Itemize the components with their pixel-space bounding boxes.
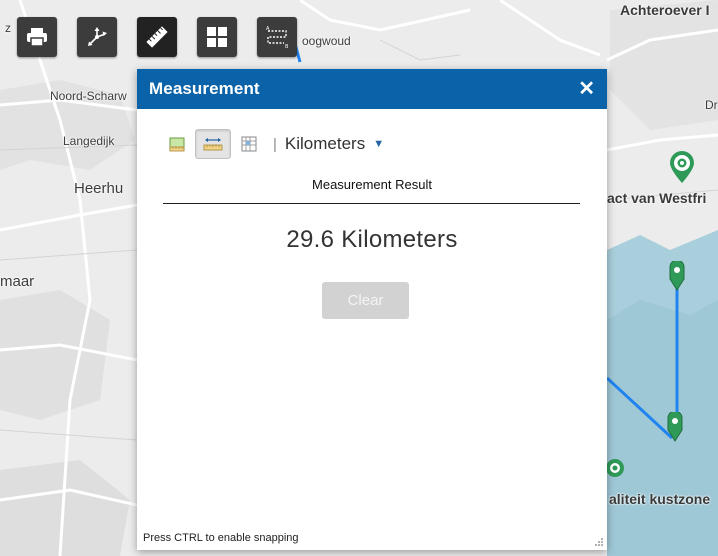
locate-button[interactable] [77,17,117,57]
map-label-alkmaar: maar [0,273,35,290]
measurement-panel: Measurement ✕ | Kilometers ▼ Measurement… [137,69,607,550]
area-icon [169,137,185,152]
map-label-poi-kustzone: aliteit kustzone [609,491,711,507]
clear-button[interactable]: Clear [322,282,409,319]
svg-text:B: B [285,44,289,49]
toolbar-separator: | [273,135,277,153]
area-mode-button[interactable] [159,129,195,159]
route-ab-icon: A B [266,26,289,49]
map-label-opmeer: oogwoud [302,34,351,48]
map-label-fragment-right: Dr [705,98,718,112]
svg-text:A: A [266,26,270,32]
measure-mode-toolbar: | Kilometers ▼ [159,129,384,159]
map-pin-eye-icon[interactable] [668,150,696,184]
basemap-button[interactable] [197,17,237,57]
distance-mode-button[interactable] [195,129,231,159]
map-label-langedijk: Langedijk [63,134,115,148]
unit-dropdown[interactable]: Kilometers ▼ [285,134,384,154]
result-value: 29.6 Kilometers [286,226,458,253]
coordinate-grid-icon [241,136,257,152]
ruler-icon [146,26,168,48]
panel-header: Measurement ✕ [137,69,607,109]
route-marker-start-icon[interactable] [667,261,687,291]
print-button[interactable] [17,17,57,57]
caret-down-icon: ▼ [373,138,385,150]
panel-title: Measurement [149,79,260,98]
map-label-achteroever: Achteroever I [620,2,710,18]
resize-grip-icon[interactable] [594,537,604,547]
result-divider [163,203,580,204]
grid-icon [207,27,227,47]
snapping-hint: Press CTRL to enable snapping [143,532,299,544]
close-button[interactable]: ✕ [578,79,595,99]
printer-icon [27,28,47,47]
directions-button[interactable]: A B [257,17,297,57]
unit-selected-value: Kilometers [284,134,366,153]
location-mode-button[interactable] [231,129,267,159]
map-pin-partial-icon[interactable] [605,456,625,484]
map-label-noord-scharwoude: Noord-Scharw [50,89,127,103]
route-marker-end-icon[interactable] [664,412,686,442]
map-label-poi-westfriesland: act van Westfri [607,190,707,206]
map-label-heerhugowaard: Heerhu [74,180,124,197]
distance-icon [203,138,223,151]
map-label-fragment: z [5,21,11,35]
measure-button[interactable] [137,17,177,57]
location-arrows-icon [88,27,107,46]
result-title: Measurement Result [312,177,432,192]
